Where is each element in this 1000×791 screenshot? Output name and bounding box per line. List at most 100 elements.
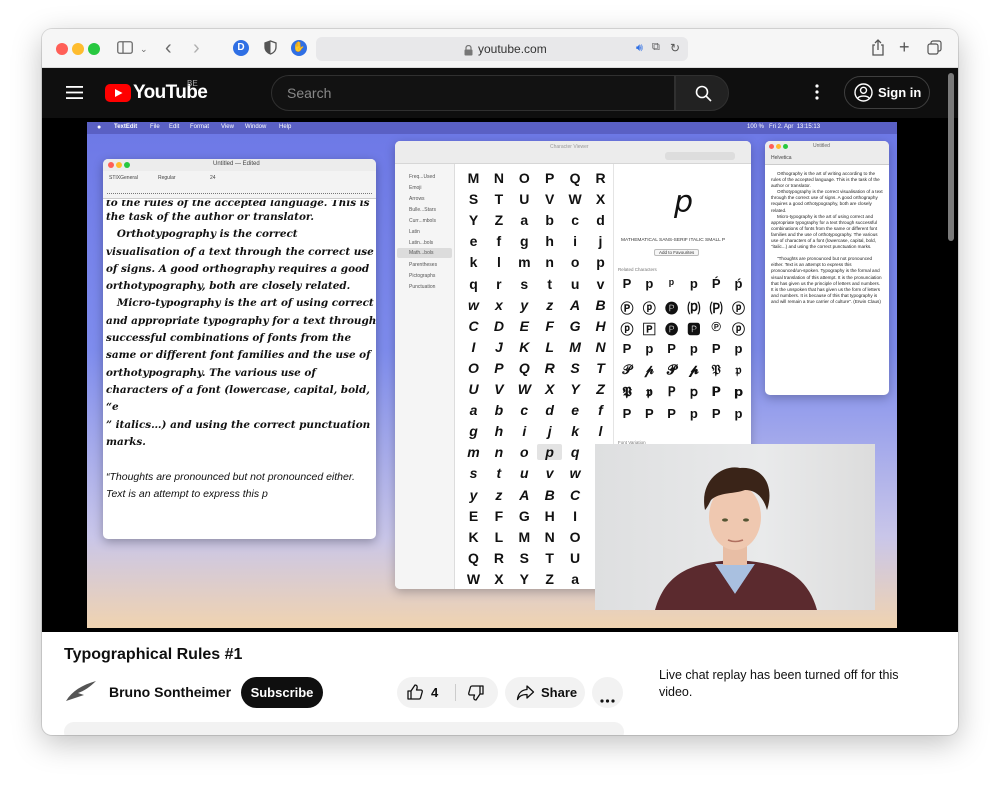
- glyph-cell: r: [496, 275, 502, 292]
- subscribe-button[interactable]: Subscribe: [241, 677, 323, 708]
- category-item: Arrows: [409, 196, 425, 202]
- glyph-cell: W: [568, 191, 582, 208]
- glyph-cell: S: [519, 549, 529, 566]
- description-box[interactable]: [64, 722, 624, 735]
- glyph-cell: c: [520, 402, 529, 419]
- channel-avatar[interactable]: [64, 679, 98, 710]
- glyph-cell: M: [467, 170, 480, 186]
- glyph-cell: K: [519, 338, 530, 355]
- search-input[interactable]: Search: [271, 75, 675, 111]
- glyph-cell: z: [495, 486, 503, 503]
- glyph-cell: N: [544, 528, 555, 545]
- thumbs-up-icon: [406, 683, 424, 704]
- speaker-icon[interactable]: 🔊︎: [636, 42, 643, 55]
- character-viewer-titlebar: Character Viewer: [395, 141, 751, 164]
- glyph-cell: J: [494, 338, 503, 355]
- menu-item: TextEdit: [114, 124, 138, 130]
- category-item: Parentheses: [409, 262, 438, 268]
- related-glyph: ℗: [711, 319, 721, 335]
- reload-icon[interactable]: ↻: [670, 41, 680, 55]
- shield-icon[interactable]: [264, 40, 277, 60]
- share-button[interactable]: Share: [505, 677, 585, 708]
- character-viewer-title: Character Viewer: [550, 144, 589, 150]
- glyph-cell: b: [494, 402, 504, 419]
- glyph-cell: D: [493, 317, 504, 334]
- glyph-cell: n: [545, 254, 554, 271]
- glyph-cell: F: [545, 317, 554, 334]
- glyph-cell: O: [468, 359, 479, 376]
- glyph-cell: P: [494, 359, 504, 376]
- chevron-down-icon[interactable]: ⌄: [140, 42, 148, 56]
- minimize-window-button[interactable]: [72, 43, 84, 55]
- new-tab-icon[interactable]: +: [899, 37, 910, 58]
- scrollbar-thumb[interactable]: [948, 73, 954, 241]
- like-button[interactable]: 4: [397, 677, 455, 708]
- glyph-cell: Y: [468, 212, 479, 229]
- textedit-titlebar: Untitled — Edited: [103, 159, 376, 171]
- sidebar-icon[interactable]: [117, 41, 133, 56]
- menubar-clock: 100 % Fri 2. Apr 13:15:13: [747, 124, 821, 130]
- glyph-cell: V: [494, 381, 504, 397]
- glyph-cell: E: [468, 507, 479, 524]
- glyph-cell: C: [570, 486, 581, 503]
- glyph-cell: Z: [545, 570, 554, 587]
- glyph-cell: T: [545, 549, 554, 566]
- glyph-cell: O: [518, 170, 530, 186]
- related-glyph: 🅟: [665, 322, 679, 338]
- glyph-cell: Q: [468, 549, 479, 566]
- safari-toolbar: ⌄ ‹ › D ✋ youtube.com 🔊︎ ⧉ ↻ +: [42, 29, 958, 68]
- address-bar[interactable]: youtube.com 🔊︎ ⧉ ↻: [316, 37, 688, 61]
- glyph-cell: B: [595, 296, 606, 313]
- back-arrow-icon[interactable]: ‹: [165, 38, 172, 58]
- glyph-cell: N: [595, 338, 606, 355]
- related-glyph: 🄿: [642, 322, 656, 338]
- text-line: to the rules of the accepted language. T…: [106, 200, 370, 209]
- sign-in-button[interactable]: Sign in: [844, 76, 930, 109]
- like-dislike-group: 4: [397, 677, 498, 708]
- related-glyph: P: [667, 340, 676, 356]
- document-paragraph: Micro-typography is the art of using cor…: [771, 213, 878, 250]
- related-glyph: 𝗽: [733, 384, 744, 399]
- more-actions-button[interactable]: [592, 677, 623, 708]
- tab-overview-icon[interactable]: [927, 40, 942, 60]
- dislike-button[interactable]: [456, 677, 498, 708]
- viewer-search-field: [665, 152, 735, 160]
- glyph-cell: Q: [569, 170, 581, 186]
- close-window-button[interactable]: [56, 43, 68, 55]
- ruler: [107, 187, 372, 194]
- forward-arrow-icon[interactable]: ›: [193, 38, 200, 58]
- glyph-cell: K: [468, 528, 479, 545]
- related-glyph: P: [622, 276, 632, 291]
- more-options-icon[interactable]: [815, 84, 819, 105]
- text-line: orthotypography, both are closely relate…: [106, 280, 351, 293]
- glyph-cell: v: [545, 465, 554, 482]
- channel-name[interactable]: Bruno Sontheimer: [109, 684, 231, 700]
- related-glyph: p: [734, 405, 743, 421]
- share-icon[interactable]: [871, 39, 885, 61]
- zoom-window-button[interactable]: [88, 43, 100, 55]
- glyph-cell: h: [494, 423, 504, 440]
- text-line: visualisation of a text through the corr…: [106, 245, 374, 258]
- glyph-cell: N: [493, 170, 504, 186]
- glyph-cell: Z: [494, 212, 504, 229]
- glyph-cell: b: [545, 212, 554, 229]
- extension-d-icon[interactable]: D: [233, 40, 249, 56]
- textedit-body: to the rules of the accepted language. T…: [106, 200, 376, 503]
- youtube-logo[interactable]: YouTube BE: [105, 79, 215, 104]
- glyph-cell: g: [469, 423, 478, 440]
- glyph-cell: u: [570, 275, 580, 292]
- translate-icon[interactable]: ⧉: [652, 41, 660, 54]
- hamburger-menu-icon[interactable]: [66, 86, 83, 104]
- related-glyph: P: [622, 405, 632, 421]
- search-button[interactable]: [675, 75, 729, 111]
- text-line: Orthotypography is the correct: [106, 228, 298, 241]
- video-player[interactable]: ● TextEdit File Edit Format View Window …: [42, 118, 958, 632]
- extension-hand-icon[interactable]: ✋: [291, 40, 307, 56]
- related-label: Related Characters: [618, 267, 657, 272]
- text-line: characters of a font (lowercase, capital…: [106, 383, 370, 414]
- glyph-cell: L: [545, 338, 554, 355]
- italic-line: “Thoughts are pronounced but not pronoun…: [106, 471, 355, 484]
- glyph-cell: C: [468, 317, 479, 334]
- related-glyph: ⓟ: [731, 300, 745, 316]
- category-list: Freq...Used Emoji Arrows Bulle...Stars C…: [395, 164, 455, 589]
